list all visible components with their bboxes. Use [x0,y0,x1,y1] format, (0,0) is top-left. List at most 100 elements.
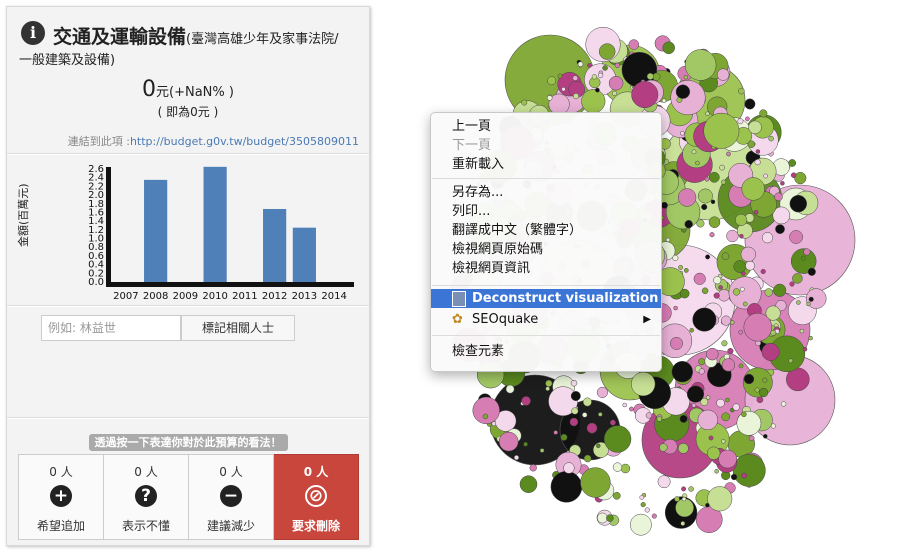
bubble[interactable] [726,151,731,157]
bubble[interactable] [755,149,761,154]
bubble[interactable] [718,449,737,469]
bubble[interactable] [709,232,715,238]
bubble[interactable] [662,41,675,55]
bubble[interactable] [788,358,794,364]
bubble[interactable] [775,224,785,234]
bubble[interactable] [706,347,719,361]
bubble[interactable] [521,99,528,106]
menu-item-7[interactable]: 檢視網頁原始碼 [431,240,661,259]
bubble[interactable] [718,285,723,290]
bubble[interactable] [780,181,785,186]
bubble[interactable] [768,135,774,142]
bubble[interactable] [792,273,803,284]
bubble[interactable] [725,397,730,403]
bubble[interactable] [683,75,689,80]
bubble[interactable] [691,403,697,408]
menu-item-8[interactable]: 檢視網頁資訊 [431,259,661,278]
bubble[interactable] [598,412,603,417]
bubble[interactable] [739,233,744,239]
bubble[interactable] [763,173,768,179]
bubble[interactable] [745,116,750,122]
bubble[interactable] [790,172,797,178]
menu-item-6[interactable]: 翻譯成中文（繁體字） [431,221,661,240]
bubble[interactable] [719,164,725,171]
bubble[interactable] [770,329,777,336]
bubble[interactable] [677,443,689,454]
bubble[interactable] [583,454,592,463]
bubble[interactable] [743,312,773,342]
bubble[interactable] [710,199,716,205]
bubble[interactable] [708,171,720,183]
bubble[interactable] [674,496,680,502]
bubble[interactable] [688,486,694,492]
bubble[interactable] [704,176,710,182]
bubble[interactable] [545,379,553,387]
menu-item-5[interactable]: 列印... [431,202,661,221]
vote-button-3[interactable]: 0 人 − 建議減少 [189,454,274,540]
bubble[interactable] [629,406,634,412]
bubble[interactable] [730,320,735,325]
bubble[interactable] [733,260,747,273]
bubble[interactable] [780,401,787,407]
vote-button-2[interactable]: 0 人? 表示不懂 [104,454,189,540]
bubble[interactable] [646,72,654,80]
bubble[interactable] [701,203,708,211]
bubble[interactable] [697,409,718,431]
bubble[interactable] [741,177,765,201]
bubble[interactable] [597,72,604,79]
vote-button-4[interactable]: 0 人 ⊘ 要求刪除 [274,454,359,540]
bubble[interactable] [774,192,783,202]
bubble[interactable] [788,159,797,167]
bubble[interactable] [732,288,741,296]
bubble[interactable] [705,254,711,260]
bubble[interactable] [705,111,710,116]
bubble[interactable] [796,300,801,305]
bubble[interactable] [612,462,623,472]
bubble[interactable] [587,63,592,68]
bubble[interactable] [713,276,722,285]
bubble[interactable] [753,210,759,215]
bubble[interactable] [732,403,740,411]
bubble[interactable] [763,434,768,439]
bubble[interactable] [513,455,520,461]
bubble[interactable] [808,335,813,341]
bubble[interactable] [597,512,608,524]
bubble[interactable] [721,340,728,347]
bubble[interactable] [732,453,766,487]
bubble[interactable] [721,439,726,444]
bubble[interactable] [698,368,705,375]
bubble[interactable] [572,93,580,100]
bubble[interactable] [620,463,631,474]
bubble[interactable] [596,386,608,398]
bubble[interactable] [677,188,697,207]
bubble[interactable] [591,74,598,80]
bubble[interactable] [721,179,727,185]
bubble[interactable] [521,396,531,406]
bubble[interactable] [737,118,744,125]
bubble[interactable] [808,296,814,302]
bubble[interactable] [730,473,738,481]
bubble[interactable] [557,73,563,79]
bubble[interactable] [545,386,550,391]
bubble[interactable] [546,95,553,101]
bubble[interactable] [580,467,611,498]
bubble[interactable] [472,396,500,425]
bubble[interactable] [721,252,730,260]
bubble[interactable] [716,398,725,408]
bubble[interactable] [681,496,687,502]
bubble[interactable] [614,62,621,69]
bubble[interactable] [652,72,661,81]
bubble[interactable] [569,417,579,427]
bubble[interactable] [698,358,706,366]
bubble[interactable] [659,443,668,452]
bubble[interactable] [789,281,795,287]
bubble[interactable] [671,361,693,383]
menu-item-9[interactable]: Deconstruct visualization [431,289,661,308]
bar-2010[interactable] [203,166,227,282]
bubble[interactable] [670,336,683,350]
bubble[interactable] [670,80,706,116]
bubble[interactable] [705,395,711,400]
bubble[interactable] [603,425,632,453]
bubble[interactable] [705,502,710,508]
bubble[interactable] [721,358,736,372]
